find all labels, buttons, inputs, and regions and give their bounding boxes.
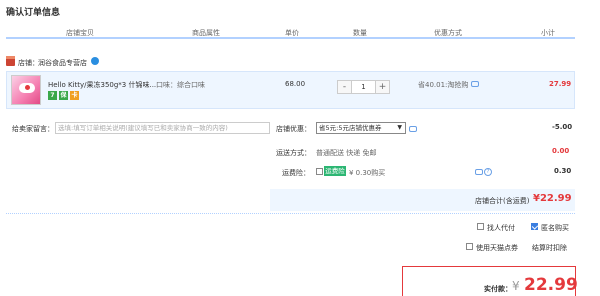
guarantee-icon: 保 xyxy=(59,91,68,100)
insurance-amount: 0.30 xyxy=(554,167,572,175)
seller-memo-input[interactable]: 选填:填写订单相关说明(建议填写已和卖家协商一致的内容) xyxy=(55,122,270,134)
shipping-amount: 0.00 xyxy=(552,147,570,155)
discount-info-icon[interactable] xyxy=(471,81,479,87)
discount-method: 省40.01:淘抢购 xyxy=(418,81,469,89)
proxy-pay-label: 找人代付 xyxy=(487,224,515,232)
shop-icon xyxy=(6,56,15,66)
product-thumbnail[interactable] xyxy=(11,75,41,105)
shop-name-link[interactable]: 润谷食品专营店 xyxy=(38,58,87,68)
insurance-info-icon[interactable] xyxy=(475,169,483,175)
tmall-points-label: 使用天猫点券 xyxy=(476,244,518,252)
shop-label: 店铺： xyxy=(18,59,39,67)
seven-day-return-icon: 7 xyxy=(48,91,57,100)
insurance-checkbox[interactable] xyxy=(316,168,323,175)
quantity-input[interactable]: 1 xyxy=(351,81,376,93)
shipping-label: 运送方式： xyxy=(276,149,311,157)
chevron-down-icon: ▼ xyxy=(397,124,402,131)
shop-discount-select[interactable]: 省5元:5元店铺优惠券 ▼ xyxy=(316,122,406,134)
wangwang-chat-icon[interactable] xyxy=(91,57,99,65)
proxy-pay-checkbox[interactable] xyxy=(477,223,484,230)
shop-discount-label: 店铺优惠： xyxy=(276,125,311,133)
anonymous-label: 匿名购买 xyxy=(541,224,569,232)
section-divider xyxy=(6,213,575,214)
settle-balance-label: 结算时扣除 xyxy=(532,244,567,252)
discount-info-icon[interactable] xyxy=(409,126,417,132)
quantity-stepper: - 1 + xyxy=(337,80,390,94)
anonymous-checkbox[interactable] xyxy=(531,223,538,230)
summary-amount: 22.99 xyxy=(524,275,578,295)
product-title-link[interactable]: Hello Kitty/果冻350g*3 什锦味... xyxy=(48,80,156,90)
item-subtotal: 27.99 xyxy=(549,80,572,88)
insurance-label: 运费险： xyxy=(282,169,310,177)
shop-discount-selected: 省5元:5元店铺优惠券 xyxy=(319,124,382,132)
insurance-tag: 运费险 xyxy=(324,166,346,176)
quantity-plus-button[interactable]: + xyxy=(376,81,389,93)
order-item-row xyxy=(6,71,575,109)
shop-discount-amount: -5.00 xyxy=(552,123,573,131)
header-divider xyxy=(6,37,575,39)
help-icon[interactable]: ? xyxy=(484,168,492,176)
memo-label: 给卖家留言： xyxy=(12,125,54,133)
summary-currency: ¥ xyxy=(512,279,520,293)
tmall-points-checkbox[interactable] xyxy=(466,243,473,250)
shop-total-amount: ¥22.99 xyxy=(533,193,572,204)
page-title: 确认订单信息 xyxy=(6,8,61,18)
insurance-desc: ¥ 0.30购买 xyxy=(349,169,386,177)
card-icon: 卡 xyxy=(70,91,79,100)
shipping-method: 普通配送 快递 免邮 xyxy=(316,149,377,157)
unit-price: 68.00 xyxy=(285,80,306,88)
product-attribute: 口味：综合口味 xyxy=(156,81,205,89)
quantity-minus-button[interactable]: - xyxy=(338,81,351,93)
shop-total-label: 店铺合计(含运费) xyxy=(475,197,530,205)
summary-label: 实付款： xyxy=(484,285,512,293)
